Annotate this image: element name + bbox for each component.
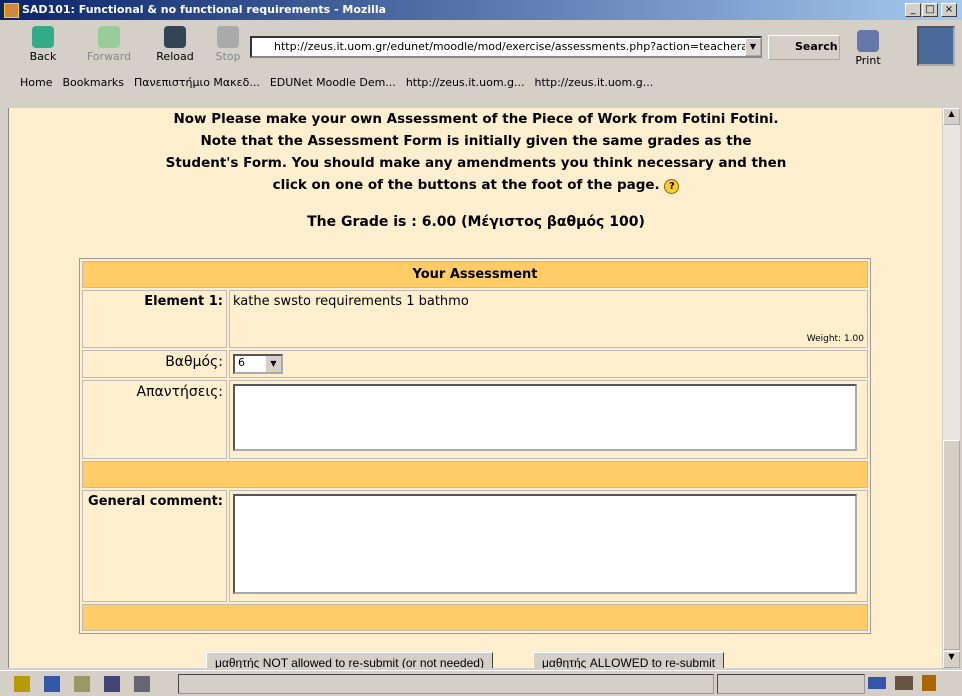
bookmark-link[interactable]: EDUNet Moodle Dem...	[270, 76, 396, 89]
print-icon	[857, 30, 879, 52]
mozilla-throbber-icon	[917, 26, 955, 66]
app-icon	[4, 3, 19, 18]
intro-line: Student's Form. You should make any amen…	[165, 155, 787, 171]
intro-line: Now Please make your own Assessment of t…	[173, 111, 779, 127]
back-button[interactable]: Back	[20, 26, 66, 63]
privacy-icon[interactable]	[895, 676, 913, 690]
bookmark-link[interactable]: http://zeus.it.uom.g...	[406, 76, 525, 89]
divider-bar	[82, 461, 868, 488]
reload-button[interactable]: Reload	[152, 26, 198, 63]
reload-icon	[164, 26, 186, 48]
stop-label: Stop	[215, 50, 241, 63]
grade-text: The Grade is : 6.00 (Μέγιστος βαθμός 100…	[307, 214, 645, 230]
online-icon[interactable]	[868, 677, 886, 689]
chatzilla-icon[interactable]	[134, 676, 150, 692]
stop-icon	[217, 26, 239, 48]
address-book-icon[interactable]	[104, 676, 120, 692]
bookmark-home[interactable]: Home	[20, 76, 52, 89]
vertical-scrollbar[interactable]: ▲ ▼	[943, 108, 960, 668]
scroll-down-button[interactable]: ▼	[943, 651, 960, 668]
maximize-button[interactable]: □	[922, 3, 938, 17]
forward-icon	[98, 26, 120, 48]
assessment-table: Your Assessment Element 1: kathe swsto r…	[79, 258, 871, 634]
element-description: kathe swsto requirements 1 bathmo	[233, 294, 469, 309]
chevron-down-icon: ▼	[266, 356, 281, 372]
mail-icon[interactable]	[44, 676, 60, 692]
bookmark-link[interactable]: http://zeus.it.uom.g...	[535, 76, 654, 89]
element-label: Element 1:	[82, 290, 227, 348]
help-icon[interactable]: ?	[664, 179, 680, 194]
grade-label: Βαθμός:	[82, 350, 227, 378]
general-comment-textarea[interactable]	[233, 494, 857, 594]
answers-textarea[interactable]	[233, 384, 857, 451]
scroll-thumb[interactable]	[943, 440, 960, 650]
forward-label: Forward	[86, 50, 132, 63]
intro-line: Note that the Assessment Form is initial…	[200, 133, 752, 149]
status-text	[178, 674, 714, 694]
allowed-resubmit-button[interactable]: μαθητής ALLOWED to re-submit	[533, 652, 725, 668]
title-bar: SAD101: Functional & no functional requi…	[0, 0, 962, 20]
bookmark-link[interactable]: Πανεπιστήμιο Μακεδ...	[134, 76, 260, 89]
stop-button[interactable]: Stop	[215, 26, 241, 63]
url-input[interactable]: http://zeus.it.uom.gr/edunet/moodle/mod/…	[250, 36, 762, 58]
navigator-icon[interactable]	[14, 676, 30, 692]
progress-area	[717, 674, 865, 694]
composer-icon[interactable]	[74, 676, 90, 692]
back-icon	[32, 26, 54, 48]
scroll-up-button[interactable]: ▲	[943, 108, 960, 125]
search-button[interactable]: Search	[768, 35, 840, 60]
print-label: Print	[855, 54, 881, 67]
answers-label: Απαντήσεις:	[82, 380, 227, 459]
bookmarks-menu[interactable]: Bookmarks	[62, 76, 123, 89]
not-allowed-resubmit-button[interactable]: μαθητής NOT allowed to re-submit (or not…	[206, 652, 493, 668]
weight-text: Weight: 1.00	[806, 334, 864, 344]
print-button[interactable]: Print	[845, 30, 891, 67]
url-dropdown-button[interactable]: ▼	[745, 38, 761, 56]
reload-label: Reload	[156, 50, 194, 63]
close-button[interactable]: ×	[941, 3, 957, 17]
security-lock-icon[interactable]	[922, 675, 936, 691]
forward-button[interactable]: Forward	[86, 26, 132, 63]
general-comment-label: General comment:	[82, 490, 227, 602]
window-title: SAD101: Functional & no functional requi…	[22, 3, 387, 16]
back-label: Back	[29, 50, 57, 63]
grade-select[interactable]: 6 ▼	[233, 354, 283, 374]
page-content: Now Please make your own Assessment of t…	[8, 108, 942, 668]
divider-bar	[82, 604, 868, 631]
intro-line: click on one of the buttons at the foot …	[272, 177, 660, 193]
search-label: Search	[795, 40, 838, 53]
minimize-button[interactable]: _	[905, 3, 921, 17]
grade-value: 6	[238, 356, 245, 369]
status-bar	[0, 670, 962, 696]
assessment-header: Your Assessment	[82, 261, 868, 288]
